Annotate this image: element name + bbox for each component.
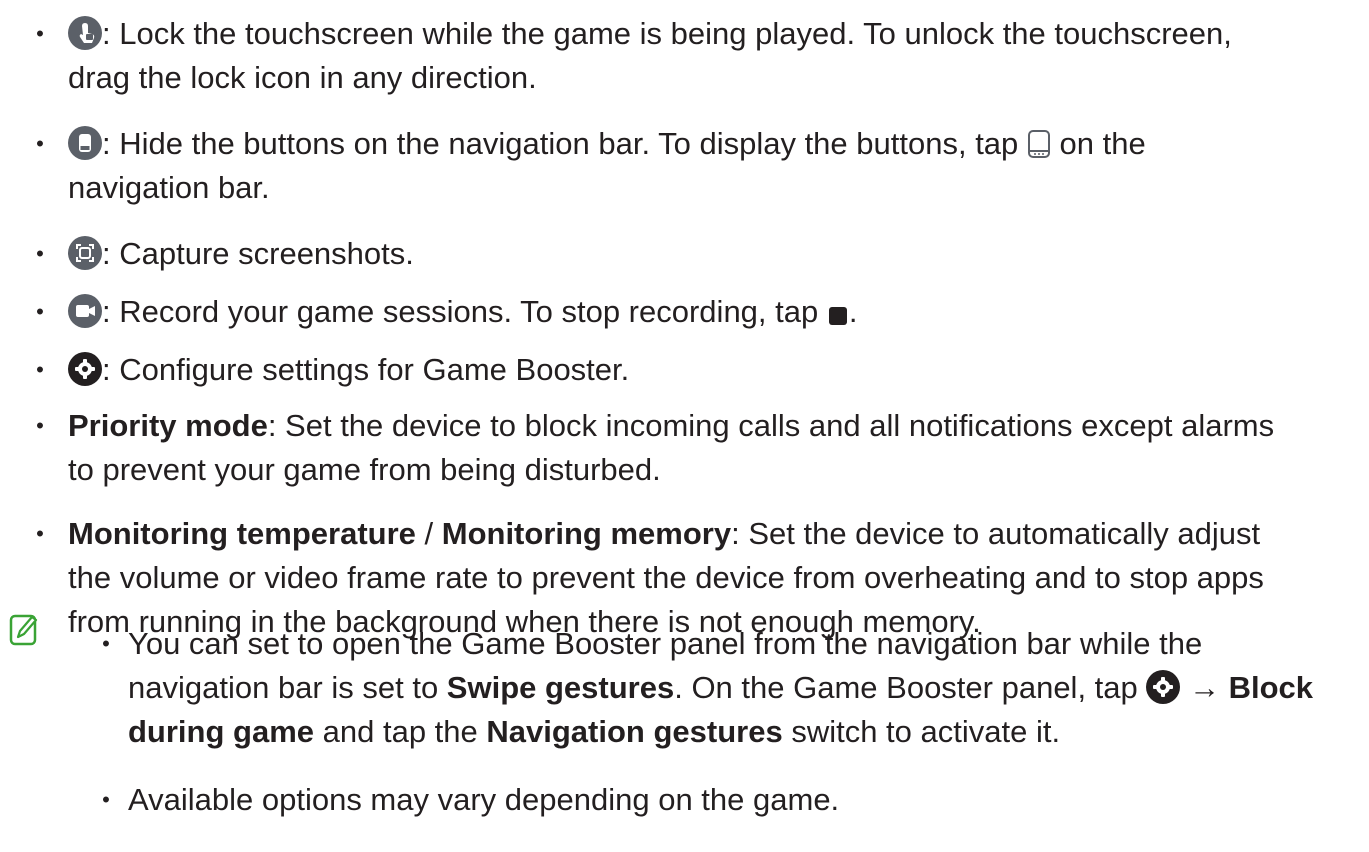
term-block-during-game: Block (1228, 670, 1314, 705)
bullet: • (36, 241, 44, 266)
term-swipe-gestures: Swipe gestures (446, 670, 675, 705)
bullet: • (36, 413, 44, 438)
note-text: and tap the (314, 714, 487, 749)
bullet: • (36, 357, 44, 382)
navigation-bar-icon (1027, 127, 1051, 171)
item-text: : Capture screenshots. (102, 236, 414, 271)
item-text: navigation bar. (68, 170, 270, 205)
note-pencil-icon (8, 613, 40, 655)
bullet: • (102, 787, 110, 812)
note-text: Available options may vary depending on … (128, 782, 840, 817)
item-text: : Hide the buttons on the navigation bar… (102, 126, 1019, 161)
term-block-during-game: during game (128, 714, 315, 749)
item-text: : Record your game sessions. To stop rec… (102, 294, 819, 329)
item-text: : Lock the touchscreen while the game is… (102, 16, 1232, 51)
screenshot-icon (68, 236, 102, 270)
item-text: . (848, 294, 858, 329)
note-text: . On the Game Booster panel, tap (674, 670, 1147, 705)
video-record-icon (68, 294, 102, 328)
note-text: You can set to open the Game Booster pan… (128, 626, 1203, 661)
stop-square-icon (827, 295, 849, 339)
term-priority-mode: Priority mode (68, 408, 268, 443)
separator: / (415, 516, 442, 551)
term-monitoring-memory: Monitoring memory (441, 516, 732, 551)
term-navigation-gestures: Navigation gestures (486, 714, 783, 749)
bullet: • (36, 21, 44, 46)
item-text: to prevent your game from being disturbe… (68, 452, 661, 487)
item-text: : Configure settings for Game Booster. (102, 352, 630, 387)
item-text: : Set the device to block incoming calls… (267, 408, 1275, 443)
bullet: • (36, 521, 44, 546)
item-text: : Set the device to automatically adjust (731, 516, 1261, 551)
navigation-bar-hide-icon (68, 126, 102, 160)
gear-icon (1146, 670, 1181, 704)
gear-icon (68, 352, 102, 386)
note-text: switch to activate it. (782, 714, 1061, 749)
bullet: • (102, 631, 110, 656)
note-text: navigation bar is set to (128, 670, 447, 705)
item-text: on the (1050, 126, 1146, 161)
bullet: • (36, 299, 44, 324)
arrow: → (1180, 670, 1229, 705)
item-text: drag the lock icon in any direction. (68, 60, 537, 95)
item-text: the volume or video frame rate to preven… (68, 560, 1264, 595)
term-monitoring-temperature: Monitoring temperature (68, 516, 416, 551)
touch-lock-icon (68, 16, 102, 50)
bullet: • (36, 131, 44, 156)
